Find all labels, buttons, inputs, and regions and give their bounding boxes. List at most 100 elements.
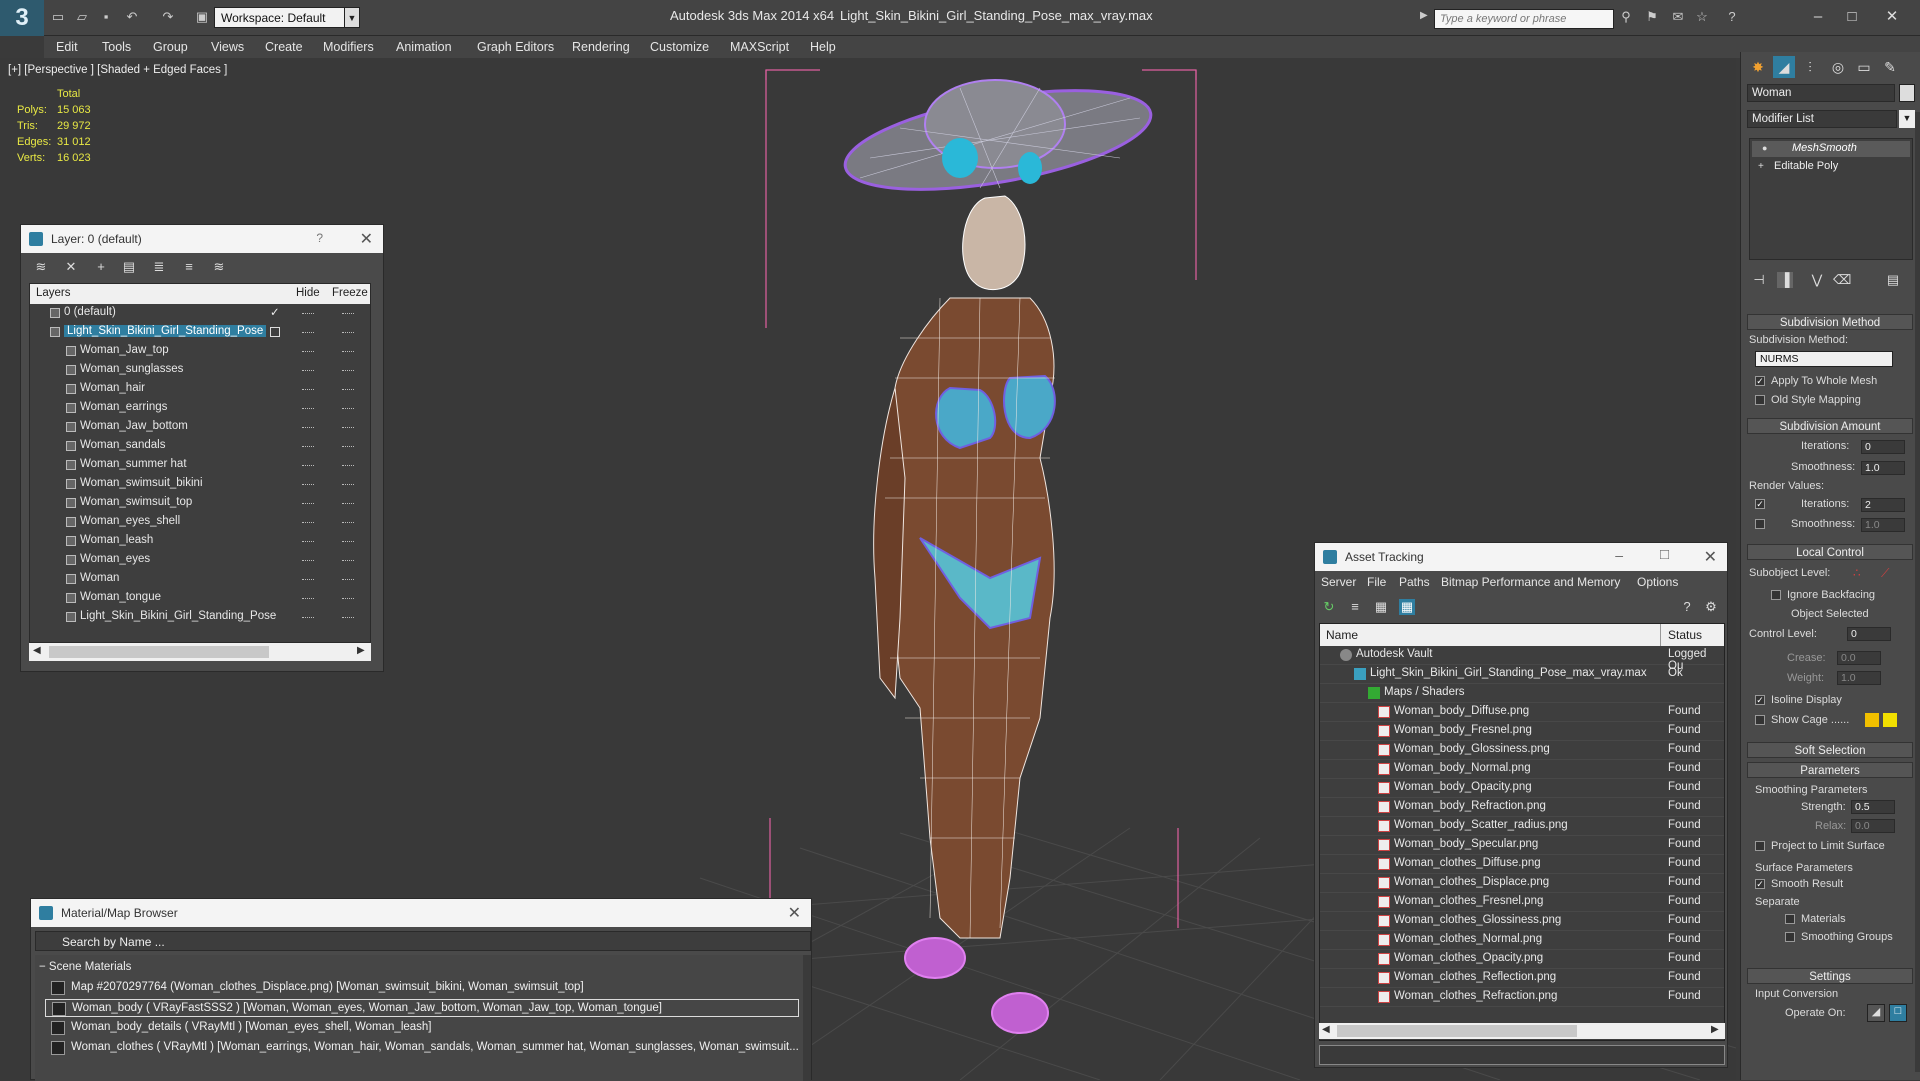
help-icon[interactable]: ?: [1679, 599, 1695, 615]
hide-toggle[interactable]: [302, 427, 314, 428]
close-icon[interactable]: ✕: [360, 229, 373, 249]
add-to-layer-icon[interactable]: +: [93, 259, 109, 275]
asset-path-field[interactable]: [1319, 1045, 1725, 1065]
stack-item-editable-poly[interactable]: Editable Poly: [1752, 159, 1910, 175]
hide-toggle[interactable]: [302, 560, 314, 561]
layer-row[interactable]: Woman_swimsuit_top: [30, 494, 370, 513]
rollout-subdivision-amount[interactable]: Subdivision Amount: [1747, 418, 1913, 434]
smoothing-groups-checkbox[interactable]: [1785, 932, 1795, 942]
remove-modifier-icon[interactable]: ⌫: [1833, 272, 1851, 288]
subscription-icon[interactable]: ⚑: [1644, 9, 1660, 25]
modifier-list-dropdown[interactable]: Modifier List: [1747, 110, 1897, 128]
asset-tracking-title[interactable]: Asset Tracking – □ ✕: [1315, 543, 1727, 571]
asset-row[interactable]: Woman_body_Glossiness.png Found: [1320, 741, 1724, 760]
layer-row[interactable]: Light_Skin_Bikini_Girl_Standing_Pose: [30, 323, 370, 342]
utilities-tab-icon[interactable]: ✎: [1879, 56, 1901, 78]
ignore-backfacing-checkbox[interactable]: [1771, 590, 1781, 600]
configure-modifier-sets-icon[interactable]: ▤: [1885, 272, 1901, 288]
smooth-result-checkbox[interactable]: ✓: [1755, 879, 1765, 889]
rollout-settings[interactable]: Settings: [1747, 968, 1913, 984]
control-level-spinner[interactable]: 0: [1847, 627, 1891, 641]
menu-bitmap-performance[interactable]: Bitmap Performance and Memory: [1441, 575, 1620, 589]
operate-on-polygons-icon[interactable]: □: [1889, 1004, 1907, 1022]
subobject-edge-icon[interactable]: ⟋: [1881, 566, 1889, 581]
asset-row[interactable]: Woman_clothes_Refraction.png Found: [1320, 988, 1724, 1007]
col-hide[interactable]: Hide: [296, 287, 320, 299]
motion-tab-icon[interactable]: ◎: [1827, 56, 1849, 78]
display-tab-icon[interactable]: ▭: [1853, 56, 1875, 78]
asset-row[interactable]: Light_Skin_Bikini_Girl_Standing_Pose_max…: [1320, 665, 1724, 684]
asset-row[interactable]: Woman_body_Opacity.png Found: [1320, 779, 1724, 798]
menu-edit[interactable]: Edit: [56, 40, 78, 54]
layer-row[interactable]: Woman_tongue: [30, 589, 370, 608]
menu-paths[interactable]: Paths: [1399, 575, 1430, 589]
project-folder-icon[interactable]: ▣: [194, 9, 210, 25]
hide-toggle[interactable]: [302, 465, 314, 466]
layer-row[interactable]: Woman_eyes: [30, 551, 370, 570]
select-in-layer-icon[interactable]: ▤: [121, 259, 137, 275]
menu-tools[interactable]: Tools: [102, 40, 131, 54]
object-name-field[interactable]: Woman: [1747, 84, 1895, 102]
freeze-toggle[interactable]: [342, 446, 354, 447]
scene-materials-header[interactable]: − Scene Materials: [39, 961, 131, 973]
crease-spinner[interactable]: 0.0: [1837, 651, 1881, 665]
freeze-toggle[interactable]: [342, 465, 354, 466]
scroll-thumb[interactable]: [49, 646, 269, 658]
hide-toggle[interactable]: [302, 389, 314, 390]
save-file-icon[interactable]: ▪: [98, 9, 114, 25]
rollout-subdivision-method[interactable]: Subdivision Method: [1747, 314, 1913, 330]
layer-row[interactable]: Woman_Jaw_top: [30, 342, 370, 361]
workspace-dropdown[interactable]: Workspace: Default: [214, 7, 360, 28]
relax-spinner[interactable]: 0.0: [1851, 819, 1895, 833]
scroll-right-icon[interactable]: ▶: [357, 645, 365, 656]
hide-toggle[interactable]: [302, 617, 314, 618]
help-icon[interactable]: ?: [1724, 9, 1740, 25]
maximize-icon[interactable]: □: [1660, 546, 1669, 563]
hierarchy-tab-icon[interactable]: ⫶: [1799, 56, 1821, 78]
asset-row[interactable]: Woman_body_Scatter_radius.png Found: [1320, 817, 1724, 836]
set-active-layer-icon[interactable]: [270, 327, 280, 337]
scroll-right-icon[interactable]: ▶: [1711, 1024, 1719, 1035]
asset-row[interactable]: Woman_body_Fresnel.png Found: [1320, 722, 1724, 741]
freeze-toggle[interactable]: [342, 617, 354, 618]
layer-row[interactable]: Woman_Jaw_bottom: [30, 418, 370, 437]
hide-all-layers-icon[interactable]: ≡: [181, 259, 197, 275]
asset-row[interactable]: Maps / Shaders: [1320, 684, 1724, 703]
strength-spinner[interactable]: 0.5: [1851, 800, 1895, 814]
maximize-icon[interactable]: □: [1840, 6, 1864, 28]
hide-toggle[interactable]: [302, 503, 314, 504]
render-iterations-spinner[interactable]: 2: [1861, 498, 1905, 512]
layer-row[interactable]: Woman: [30, 570, 370, 589]
menu-server[interactable]: Server: [1321, 575, 1356, 589]
rollout-local-control[interactable]: Local Control: [1747, 544, 1913, 560]
freeze-toggle[interactable]: [342, 408, 354, 409]
show-end-result-icon[interactable]: ▐: [1777, 272, 1793, 288]
object-color-swatch[interactable]: [1899, 84, 1915, 102]
freeze-toggle[interactable]: [342, 427, 354, 428]
hide-toggle[interactable]: [302, 579, 314, 580]
layer-row[interactable]: Woman_hair: [30, 380, 370, 399]
layer-row[interactable]: 0 (default) ✓: [30, 304, 370, 323]
delete-layer-icon[interactable]: ✕: [63, 259, 79, 275]
hide-toggle[interactable]: [302, 332, 314, 333]
materials-checkbox[interactable]: [1785, 914, 1795, 924]
column-divider[interactable]: [1660, 624, 1661, 646]
hide-toggle[interactable]: [302, 522, 314, 523]
hide-toggle[interactable]: [302, 408, 314, 409]
freeze-toggle[interactable]: [342, 370, 354, 371]
rollout-parameters[interactable]: Parameters: [1747, 762, 1913, 778]
asset-row[interactable]: Woman_body_Normal.png Found: [1320, 760, 1724, 779]
layer-row[interactable]: Woman_eyes_shell: [30, 513, 370, 532]
old-style-mapping-checkbox[interactable]: [1755, 395, 1765, 405]
cage-color-swatch-1[interactable]: [1865, 713, 1879, 727]
layer-row[interactable]: Woman_leash: [30, 532, 370, 551]
freeze-toggle[interactable]: [342, 522, 354, 523]
menu-modifiers[interactable]: Modifiers: [323, 40, 374, 54]
lightbulb-icon[interactable]: ●: [1762, 143, 1767, 153]
menu-maxscript[interactable]: MAXScript: [730, 40, 789, 54]
create-tab-icon[interactable]: ✸: [1747, 56, 1769, 78]
app-logo-icon[interactable]: 3: [0, 0, 44, 36]
search-input[interactable]: Type a keyword or phrase: [1434, 9, 1614, 29]
layer-row[interactable]: Woman_swimsuit_bikini: [30, 475, 370, 494]
render-smoothness-spinner[interactable]: 1.0: [1861, 518, 1905, 532]
